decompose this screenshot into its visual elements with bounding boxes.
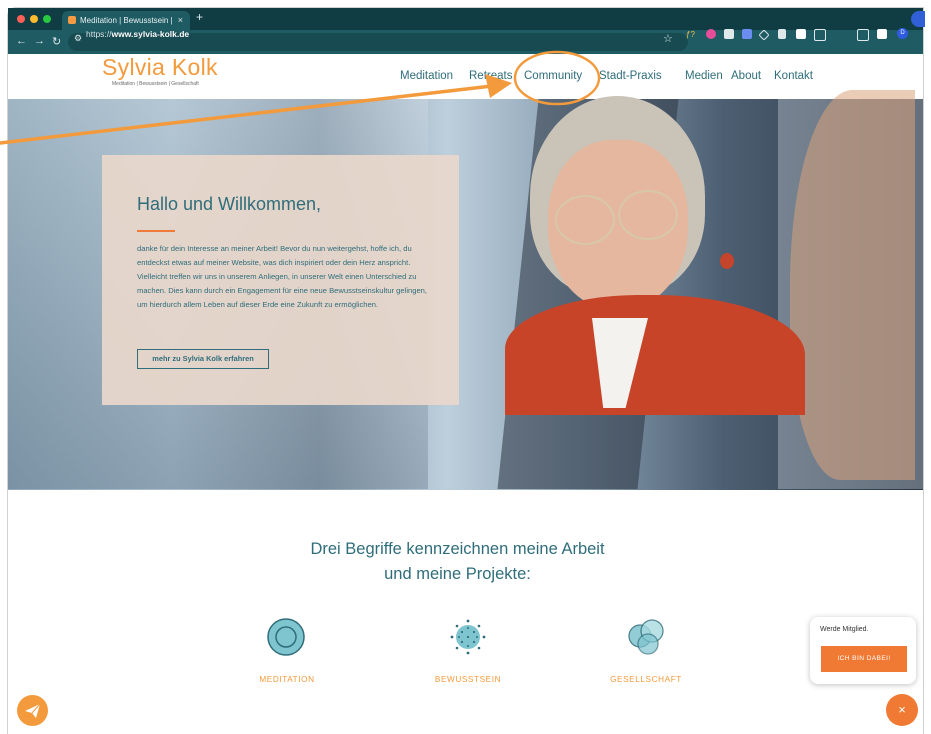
sidepanel-icon[interactable] — [877, 29, 887, 39]
telegram-button[interactable] — [17, 695, 48, 726]
back-icon[interactable]: ← — [16, 35, 27, 47]
paper-plane-icon — [25, 703, 41, 718]
portrait-glasses-left — [555, 195, 615, 245]
portrait-blur-foreground — [790, 90, 915, 480]
site-tagline: Meditation | Bewusstsein | Gesellschaft — [112, 81, 199, 87]
close-popup-button[interactable]: × — [886, 694, 918, 726]
hero-title: Hallo und Willkommen, — [137, 194, 322, 214]
concept-label-meditation[interactable]: MEDITATION — [227, 675, 347, 684]
new-tab-button[interactable]: + — [196, 10, 203, 24]
concept-label-bewusstsein[interactable]: BEWUSSTSEIN — [408, 675, 528, 684]
section-title-line2: und meine Projekte: — [384, 565, 531, 583]
minimize-window-dot[interactable] — [30, 15, 38, 23]
hero-text: danke für dein Interesse an meiner Arbei… — [137, 244, 428, 309]
portrait-jacket — [505, 295, 805, 415]
gesellschaft-icon[interactable] — [623, 614, 669, 660]
hero-divider — [137, 230, 175, 232]
extension-bars-icon[interactable] — [778, 29, 786, 39]
nav-about[interactable]: About — [731, 70, 761, 82]
extension-bf-icon[interactable] — [742, 29, 752, 39]
tab-search-icon[interactable] — [911, 11, 925, 27]
meditation-icon[interactable] — [266, 617, 306, 657]
about-sylvia-button[interactable]: mehr zu Sylvia Kolk erfahren — [137, 349, 269, 369]
close-window-dot[interactable] — [17, 15, 25, 23]
membership-text: Werde Mitglied. — [820, 626, 869, 633]
bewusstsein-icon[interactable] — [448, 617, 488, 657]
site-logo[interactable]: Sylvia Kolk — [102, 54, 218, 81]
site-settings-icon[interactable]: ⚙ — [74, 33, 82, 44]
nav-stadt-praxis[interactable]: Stadt-Praxis — [599, 70, 662, 82]
extension-image-icon[interactable] — [724, 29, 734, 39]
nav-kontakt[interactable]: Kontakt — [774, 70, 813, 82]
cast-icon[interactable] — [857, 29, 869, 41]
concept-label-gesellschaft[interactable]: GESELLSCHAFT — [586, 675, 706, 684]
nav-medien[interactable]: Medien — [685, 70, 723, 82]
portrait-earring — [720, 253, 734, 269]
url-text[interactable]: https://www.sylvia-kolk.de — [86, 25, 189, 43]
profile-avatar[interactable]: D — [897, 28, 908, 39]
nav-community[interactable]: Community — [524, 70, 582, 82]
nav-meditation[interactable]: Meditation — [400, 70, 453, 82]
extension-pink-icon[interactable] — [706, 29, 716, 39]
extension-fx-icon[interactable]: ƒ? — [686, 30, 696, 40]
nav-retreats[interactable]: Retreats — [469, 70, 512, 82]
extensions-puzzle-icon[interactable] — [814, 29, 826, 41]
reload-icon[interactable]: ↻ — [52, 35, 61, 48]
portrait-glasses-right — [618, 190, 678, 240]
maximize-window-dot[interactable] — [43, 15, 51, 23]
forward-icon[interactable]: → — [34, 35, 45, 47]
join-button[interactable]: ICH BIN DABEI! — [821, 646, 907, 672]
favicon-icon — [68, 16, 76, 24]
extension-s-icon[interactable] — [796, 29, 806, 39]
bookmark-star-icon[interactable]: ☆ — [663, 32, 673, 45]
section-title-line1: Drei Begriffe kennzeichnen meine Arbeit — [310, 540, 605, 558]
